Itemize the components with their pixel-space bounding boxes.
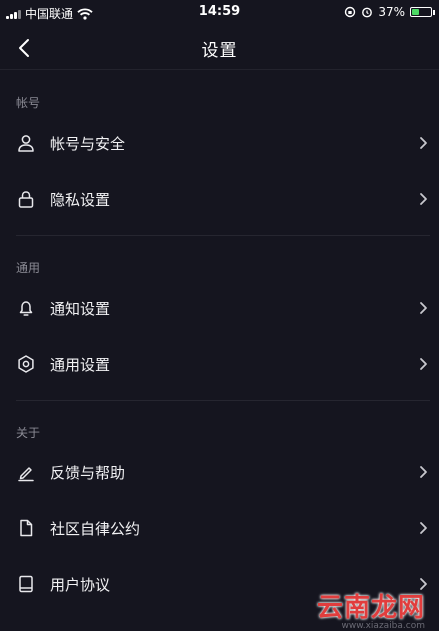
bell-icon xyxy=(19,301,33,316)
settings-item-general[interactable]: 通用设置 xyxy=(0,336,439,392)
page-title: 设置 xyxy=(201,41,238,61)
settings-item-feedback[interactable]: 反馈与帮助 xyxy=(0,444,439,500)
battery-icon xyxy=(410,7,432,17)
battery-tip xyxy=(433,9,435,15)
user-icon xyxy=(18,135,34,152)
rotation-lock-icon xyxy=(345,6,356,18)
settings-item-label: 用户协议 xyxy=(50,576,111,594)
watermark-url: www.xiazaiba.com xyxy=(341,621,425,631)
battery-percent: 37% xyxy=(378,5,405,19)
book-icon xyxy=(19,575,33,593)
section-divider xyxy=(16,235,430,236)
settings-item-label: 隐私设置 xyxy=(50,191,111,209)
settings-item-community-rules[interactable]: 社区自律公约 xyxy=(0,500,439,556)
settings-item-label: 社区自律公约 xyxy=(50,520,141,538)
alarm-icon xyxy=(362,7,373,18)
lock-icon xyxy=(18,191,34,208)
settings-item-privacy[interactable]: 隐私设置 xyxy=(0,171,439,227)
chevron-right-icon xyxy=(420,358,427,370)
chevron-right-icon xyxy=(420,466,427,478)
settings-item-notifications[interactable]: 通知设置 xyxy=(0,280,439,336)
section-header-general: 通用 xyxy=(16,261,41,275)
document-icon xyxy=(20,519,33,537)
settings-item-account-security[interactable]: 帐号与安全 xyxy=(0,115,439,171)
battery-fill xyxy=(412,9,419,15)
section-divider xyxy=(16,400,430,401)
nav-bar: 设置 xyxy=(0,26,439,70)
settings-item-label: 帐号与安全 xyxy=(50,135,126,153)
chevron-right-icon xyxy=(420,578,427,590)
settings-item-label: 通知设置 xyxy=(50,300,111,318)
section-header-about: 关于 xyxy=(16,426,41,440)
status-bar: 中国联通 14:59 37% xyxy=(0,0,439,26)
settings-item-label: 反馈与帮助 xyxy=(50,464,126,482)
chevron-right-icon xyxy=(420,193,427,205)
chevron-right-icon xyxy=(420,137,427,149)
status-right: 37% xyxy=(344,5,435,19)
pencil-icon xyxy=(18,467,34,482)
gear-icon xyxy=(18,355,34,373)
chevron-right-icon xyxy=(420,522,427,534)
settings-item-label: 通用设置 xyxy=(50,356,111,374)
chevron-right-icon xyxy=(420,302,427,314)
settings-item-user-agreement[interactable]: 用户协议 xyxy=(0,556,439,612)
section-header-account: 帐号 xyxy=(16,96,41,110)
